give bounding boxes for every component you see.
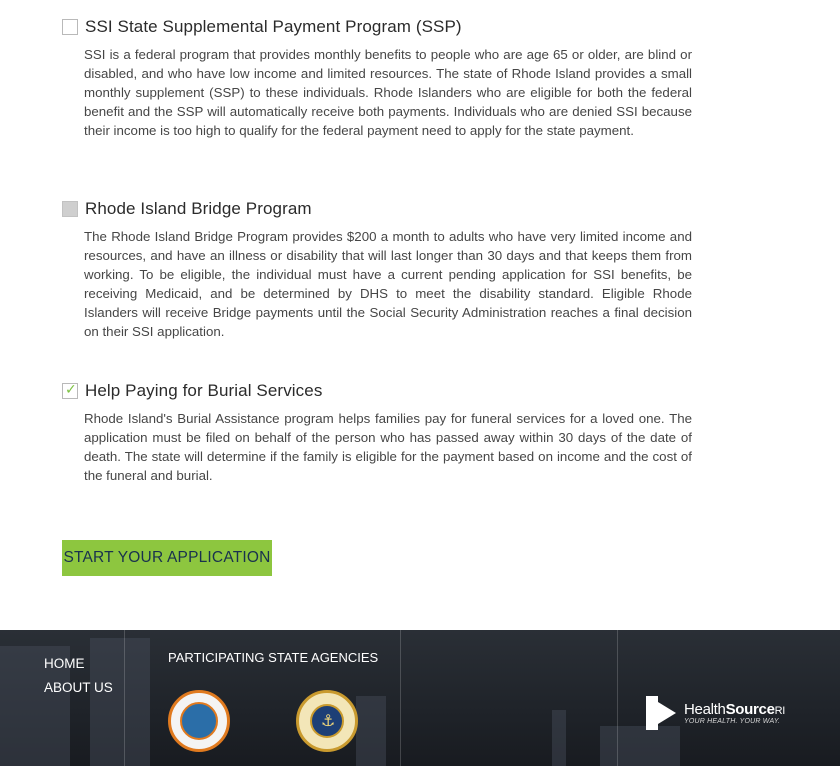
program-title: Rhode Island Bridge Program bbox=[85, 199, 312, 218]
dhs-seal-icon[interactable] bbox=[168, 690, 230, 752]
healthsource-tagline: YOUR HEALTH. YOUR WAY. bbox=[684, 718, 781, 725]
eohhs-seal-icon[interactable]: ⚓ bbox=[296, 690, 358, 752]
program-burial: ✓ Help Paying for Burial Services Rhode … bbox=[62, 380, 692, 485]
program-title: Help Paying for Burial Services bbox=[85, 381, 323, 400]
healthsource-ri-logo[interactable]: HealthSourceRI YOUR HEALTH. YOUR WAY. bbox=[646, 696, 785, 730]
logo-name-suffix: RI bbox=[774, 705, 786, 717]
healthsource-name: HealthSourceRI bbox=[684, 701, 785, 718]
footer-link-home[interactable]: HOME bbox=[44, 656, 85, 671]
program-bridge: Rhode Island Bridge Program The Rhode Is… bbox=[62, 198, 692, 341]
skyline-decoration bbox=[600, 726, 680, 766]
logo-name-bold: Source bbox=[725, 701, 775, 718]
healthsource-wordmark: HealthSourceRI YOUR HEALTH. YOUR WAY. bbox=[684, 701, 785, 725]
agencies-heading: PARTICIPATING STATE AGENCIES bbox=[168, 650, 379, 665]
program-header: ✓ Help Paying for Burial Services bbox=[62, 380, 692, 402]
footer-link-about-us[interactable]: ABOUT US bbox=[44, 680, 113, 695]
dhs-seal-center bbox=[180, 702, 218, 740]
anchor-icon: ⚓ bbox=[321, 711, 336, 730]
program-ssp: SSI State Supplemental Payment Program (… bbox=[62, 16, 692, 140]
start-application-button[interactable]: START YOUR APPLICATION bbox=[62, 540, 272, 576]
checkmark-icon: ✓ bbox=[65, 382, 77, 398]
healthsource-mark-icon bbox=[646, 696, 678, 730]
program-description: Rhode Island's Burial Assistance program… bbox=[84, 411, 692, 483]
program-header: SSI State Supplemental Payment Program (… bbox=[62, 16, 692, 38]
program-header: Rhode Island Bridge Program bbox=[62, 198, 692, 220]
logo-name-light: Health bbox=[684, 701, 726, 718]
program-description: The Rhode Island Bridge Program provides… bbox=[84, 229, 692, 339]
site-footer: HOME ABOUT US PARTICIPATING STATE AGENCI… bbox=[0, 630, 840, 766]
burial-checkbox[interactable]: ✓ bbox=[62, 382, 78, 399]
skyline-decoration bbox=[90, 638, 150, 766]
footer-divider bbox=[617, 630, 618, 766]
footer-divider bbox=[400, 630, 401, 766]
eohhs-seal-center: ⚓ bbox=[310, 704, 344, 738]
skyline-decoration bbox=[552, 710, 566, 766]
skyline-decoration bbox=[356, 696, 386, 766]
program-title: SSI State Supplemental Payment Program (… bbox=[85, 17, 462, 36]
bridge-checkbox bbox=[62, 201, 78, 217]
footer-divider bbox=[124, 630, 125, 766]
ssp-checkbox[interactable] bbox=[62, 19, 78, 35]
program-description: SSI is a federal program that provides m… bbox=[84, 47, 692, 138]
